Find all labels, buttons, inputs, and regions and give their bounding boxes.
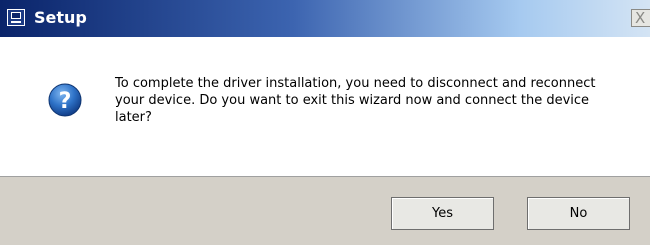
close-button[interactable]: X [631, 9, 650, 27]
setup-app-icon[interactable] [7, 9, 25, 26]
yes-button[interactable]: Yes [391, 197, 494, 230]
button-bar: Yes No [0, 176, 650, 245]
question-icon: ? [48, 83, 82, 117]
close-icon: X [635, 9, 646, 27]
dialog-message: To complete the driver installation, you… [115, 76, 596, 125]
no-button[interactable]: No [527, 197, 630, 230]
title-bar[interactable]: Setup X [0, 0, 650, 37]
setup-dialog: Setup X ? To complete the driver install… [0, 0, 650, 245]
svg-text:?: ? [59, 89, 72, 114]
window-title: Setup [34, 8, 87, 27]
